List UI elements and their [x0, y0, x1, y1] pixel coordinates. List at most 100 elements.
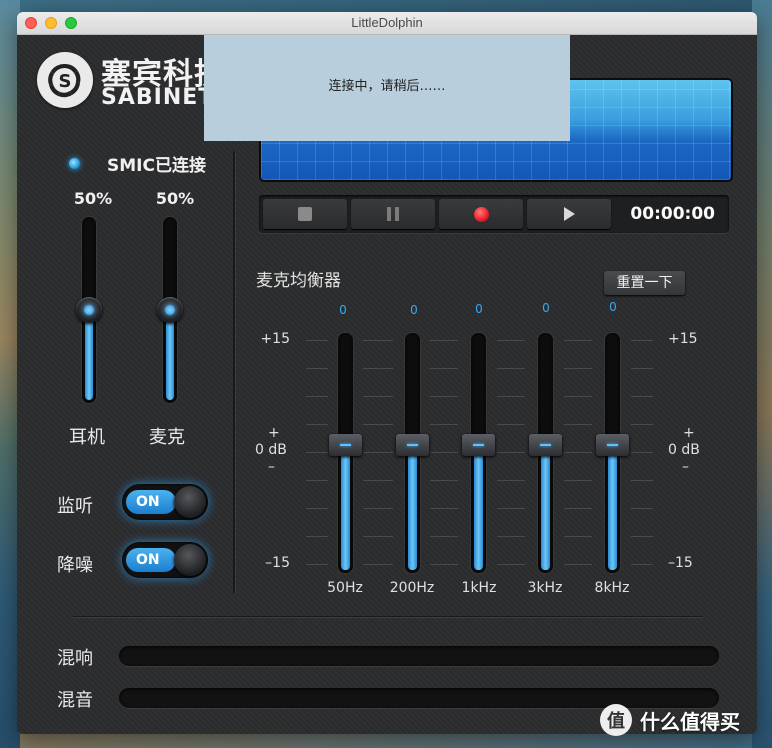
eq-gridline: [631, 340, 653, 341]
eq-slider-3khz[interactable]: [529, 333, 562, 573]
eq-slider-1khz[interactable]: [462, 333, 495, 573]
eq-slider-fill: [608, 446, 617, 570]
eq-gridline: [363, 564, 393, 565]
noise-reduction-label: 降噪: [57, 555, 93, 576]
main-panel: S 塞宾科技 SABINETEK 连接中，请稍后…… SMIC已连接 50% 5…: [17, 35, 757, 734]
eq-gridline: [430, 396, 458, 397]
watermark-logo-icon: 值: [600, 704, 632, 736]
eq-value-1khz: 0: [475, 302, 483, 316]
eq-scale-mid-right: 0 dB: [668, 442, 700, 458]
eq-slider-thumb[interactable]: [329, 434, 362, 456]
connection-status: SMIC已连接: [107, 156, 206, 176]
eq-gridline: [363, 536, 393, 537]
title-bar[interactable]: LittleDolphin: [17, 12, 757, 35]
eq-gridline: [306, 536, 328, 537]
eq-gridline: [306, 564, 328, 565]
horizontal-divider: [73, 616, 703, 618]
eq-gridline: [631, 536, 653, 537]
eq-gridline: [363, 452, 393, 453]
equalizer-reset-button[interactable]: 重置一下: [604, 271, 685, 295]
eq-gridline: [430, 368, 458, 369]
eq-slider-thumb[interactable]: [529, 434, 562, 456]
stop-button[interactable]: [263, 199, 347, 229]
eq-slider-fill: [408, 446, 417, 570]
toggle-knob: [174, 486, 206, 518]
eq-gridline: [430, 564, 458, 565]
eq-gridline: [497, 536, 525, 537]
headphone-label: 耳机: [69, 427, 105, 448]
monitor-toggle[interactable]: ON: [122, 484, 208, 520]
eq-gridline: [363, 424, 393, 425]
eq-slider-fill: [474, 446, 483, 570]
eq-gridline: [306, 508, 328, 509]
eq-gridline: [363, 340, 393, 341]
eq-value-3khz: 0: [542, 301, 550, 315]
slider-fill: [166, 310, 174, 400]
eq-slider-thumb[interactable]: [396, 434, 429, 456]
eq-gridline: [430, 480, 458, 481]
record-button[interactable]: [439, 199, 523, 229]
eq-gridline: [306, 452, 328, 453]
connection-led-icon: [69, 158, 80, 169]
eq-gridline: [564, 508, 592, 509]
eq-gridline: [497, 340, 525, 341]
eq-scale-minus-right: –: [682, 459, 689, 475]
eq-gridline: [306, 424, 328, 425]
eq-gridline: [497, 396, 525, 397]
eq-gridline: [430, 508, 458, 509]
slider-fill: [85, 310, 93, 400]
eq-gridline: [564, 536, 592, 537]
eq-gridline: [363, 368, 393, 369]
eq-scale-mid-left: 0 dB: [255, 442, 287, 458]
eq-freq-8khz: 8kHz: [594, 580, 630, 596]
eq-gridline: [631, 508, 653, 509]
eq-gridline: [497, 508, 525, 509]
eq-gridline: [430, 340, 458, 341]
eq-slider-thumb[interactable]: [596, 434, 629, 456]
reverb-label: 混响: [57, 648, 93, 669]
slider-thumb[interactable]: [76, 297, 102, 323]
eq-slider-fill: [541, 446, 550, 570]
eq-freq-1khz: 1kHz: [461, 580, 497, 596]
eq-gridline: [497, 424, 525, 425]
eq-value-8khz: 0: [609, 300, 617, 314]
slider-thumb[interactable]: [157, 297, 183, 323]
eq-gridline: [564, 564, 592, 565]
mic-level-percent: 50%: [155, 189, 195, 208]
eq-slider-50hz[interactable]: [329, 333, 362, 573]
watermark: 值 什么值得买: [600, 700, 740, 740]
eq-scale-top-left: +15: [260, 331, 290, 347]
eq-gridline: [497, 452, 525, 453]
eq-scale-bottom-left: –15: [265, 555, 290, 571]
record-icon: [473, 206, 489, 222]
headphone-volume-slider[interactable]: [76, 217, 102, 403]
eq-scale-top-right: +15: [668, 331, 698, 347]
noise-reduction-toggle[interactable]: ON: [122, 542, 208, 578]
eq-gridline: [430, 424, 458, 425]
watermark-text: 什么值得买: [640, 709, 740, 734]
brand-logo-icon: S: [37, 52, 93, 108]
vertical-divider: [233, 151, 236, 593]
pause-button[interactable]: [351, 199, 435, 229]
play-button[interactable]: [527, 199, 611, 229]
eq-slider-8khz[interactable]: [596, 333, 629, 573]
mic-volume-slider[interactable]: [157, 217, 183, 403]
eq-gridline: [564, 368, 592, 369]
stop-icon: [298, 207, 312, 221]
play-icon: [563, 207, 575, 221]
pause-icon: [387, 207, 399, 221]
eq-value-200hz: 0: [410, 303, 418, 317]
eq-gridline: [306, 480, 328, 481]
eq-slider-thumb[interactable]: [462, 434, 495, 456]
mic-label: 麦克: [149, 427, 185, 448]
eq-gridline: [306, 368, 328, 369]
eq-gridline: [363, 508, 393, 509]
eq-scale-plus-right: +: [683, 425, 695, 441]
eq-gridline: [564, 452, 592, 453]
reverb-slider[interactable]: [119, 646, 719, 666]
toggle-on-label: ON: [126, 548, 176, 572]
eq-gridline: [564, 340, 592, 341]
eq-freq-50hz: 50Hz: [327, 580, 363, 596]
eq-slider-200hz[interactable]: [396, 333, 429, 573]
app-window: LittleDolphin S 塞宾科技 SABINETEK 连接中，请稍后………: [17, 12, 757, 734]
